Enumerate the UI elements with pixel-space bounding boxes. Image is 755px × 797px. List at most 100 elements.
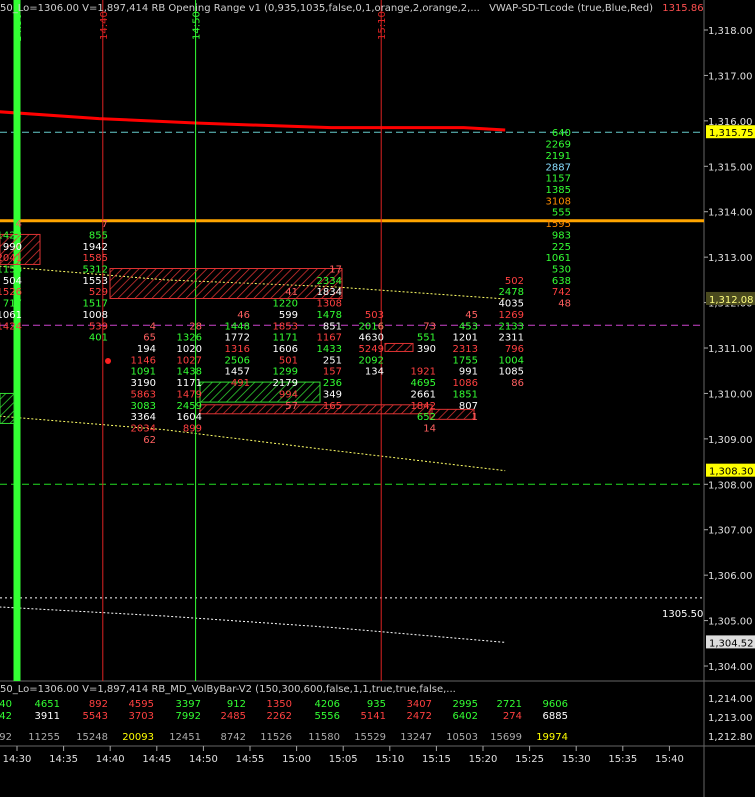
price-flag-label: 1,308.30 [709,467,754,478]
footprint-cell: 502 [505,276,524,287]
volume-value: 2485 [221,711,246,722]
footprint-cell: 1526 [0,287,22,298]
footprint-cell: 1 [472,412,478,423]
footprint-cell: 1834 [317,287,342,298]
footprint-cell: 401 [89,333,108,344]
price-tick-label: 1,305.00 [708,617,753,628]
time-tick-label: 14:55 [236,754,265,765]
footprint-cell: 1921 [411,367,436,378]
footprint-cell: 983 [552,230,571,241]
price-flag-label: 1,315.75 [709,128,754,139]
price-tick-label: 1,306.00 [708,571,753,582]
volume-value: 19974 [536,732,568,743]
footprint-cell: 1478 [317,310,342,321]
footprint-cell: 2887 [546,162,571,173]
volume-value: 6885 [543,711,568,722]
footprint-cell: 2191 [546,151,571,162]
footprint-cell: 2311 [499,333,524,344]
indicator-header-text: 50_Lo=1306.00 V=1,897,414 RB Opening Ran… [0,3,480,14]
footprint-cell: 1157 [546,174,571,185]
footprint-cell: 529 [89,287,108,298]
footprint-cell: 5312 [83,265,108,276]
footprint-cell: 1027 [177,355,202,366]
footprint-cell: 652 [417,412,436,423]
footprint-cell: 994 [279,389,298,400]
footprint-cell: 1842 [411,401,436,412]
level-marker-label: 1305.50 [662,609,704,620]
footprint-cell: 530 [552,265,571,276]
indicator-header: 50_Lo=1306.00 V=1,897,414 RB Opening Ran… [0,3,704,14]
volume-value: 15248 [76,732,108,743]
footprint-cell: 57 [285,401,298,412]
price-tick-label: 1,313.00 [708,253,753,264]
footprint-cell: 1438 [177,367,202,378]
footprint-cell: 7 [102,219,108,230]
footprint-cell: 1853 [273,321,298,332]
footprint-cell: 4 [150,321,156,332]
footprint-cell: 1851 [453,389,478,400]
footprint-cell: 1061 [546,253,571,264]
volume-value: 5543 [83,711,108,722]
footprint-cell: 14 [423,424,436,435]
volume-value: 5556 [315,711,340,722]
price-tick-label: 1,310.00 [708,389,753,400]
footprint-cell: 1220 [273,299,298,310]
vertical-time-label: 14:40 [99,11,110,40]
footprint-cell: 1269 [499,310,524,321]
footprint-cell: 990 [3,242,22,253]
volume-value: 13247 [400,732,432,743]
footprint-cell: 851 [323,321,342,332]
footprint-cell: 1008 [83,310,108,321]
volume-value: 15699 [490,732,522,743]
footprint-cell: 1091 [131,367,156,378]
price-tick-label: 1,318.00 [708,26,753,37]
footprint-cell: 1086 [453,378,478,389]
volume-value: 3911 [35,711,60,722]
footprint-cell: 1004 [499,355,524,366]
price-flag-label: 1,312.08 [709,295,754,306]
footprint-cell: 4630 [359,333,384,344]
imbalance-box [384,342,414,352]
time-tick-label: 15:15 [422,754,451,765]
footprint-cell: 3108 [546,196,571,207]
footprint-cell: 2661 [411,389,436,400]
volume-axis-label: 1,212.80 [708,732,753,743]
volume-value: 642 [0,711,12,722]
volume-header: 50_Lo=1306.00 V=1,897,414 RB_MD_VolByBar… [0,684,456,695]
footprint-cell: 742 [552,287,571,298]
footprint-cells: 4142399020411156504152671710611424785519… [0,128,571,446]
volume-value: 11255 [28,732,60,743]
volume-value: 892 [89,699,108,710]
footprint-cell: 73 [423,321,436,332]
footprint-cell: 2478 [499,287,524,298]
time-axis: 14:30 14:35 14:40 14:45 14:50 14:55 15:00 15:05… [3,746,684,765]
footprint-cell: 17 [329,265,342,276]
volume-value: 3407 [407,699,432,710]
imbalance-box [199,381,321,403]
footprint-cell: 1606 [273,344,298,355]
volume-value: 935 [367,699,386,710]
time-tick-label: 15:25 [515,754,544,765]
footprint-cell: 539 [89,321,108,332]
footprint-cell: 1385 [546,185,571,196]
footprint-cell: 1020 [177,344,202,355]
footprint-cell: 599 [279,310,298,321]
footprint-cell: 855 [89,230,108,241]
time-tick-label: 14:40 [96,754,125,765]
footprint-cell: 1299 [273,367,298,378]
footprint-cell: 236 [323,378,342,389]
imbalance-box [109,268,343,300]
footprint-cell: 62 [143,435,156,446]
footprint-cell: 349 [323,389,342,400]
footprint-cell: 2133 [499,321,524,332]
volume-value: 2262 [267,711,292,722]
time-tick-label: 15:35 [608,754,637,765]
volume-axis-label: 1,213.00 [708,713,753,724]
volume-header-text: 50_Lo=1306.00 V=1,897,414 RB_MD_VolByBar… [0,684,456,695]
volume-value: 4651 [35,699,60,710]
footprint-cell: 5249 [359,344,384,355]
footprint-cell: 157 [323,367,342,378]
footprint-cell: 28 [189,321,202,332]
footprint-cell: 503 [365,310,384,321]
footprint-cell: 1146 [131,355,156,366]
